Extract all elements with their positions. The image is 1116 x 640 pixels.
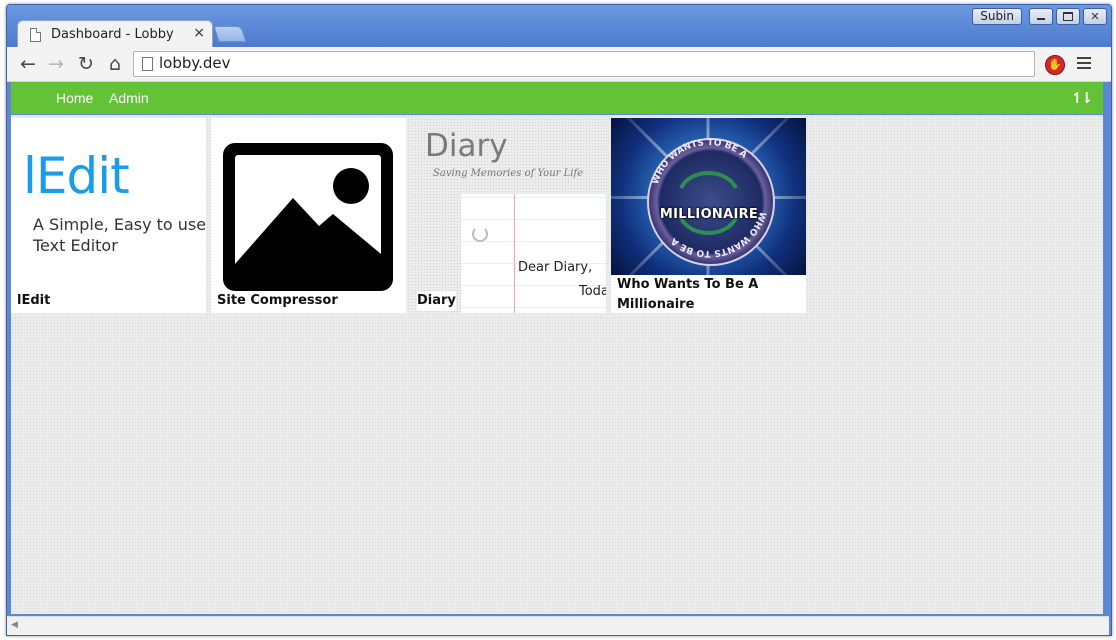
sort-icon[interactable]: ↿⇂ — [1071, 89, 1093, 107]
app-name: Who Wants To Be A Millionaire — [617, 277, 759, 312]
new-tab-button[interactable] — [213, 26, 247, 42]
app-name: Diary — [417, 291, 456, 311]
browser-window: Subin ✕ Dashboard - Lobby × ← → ↻ ⌂ lobb… — [6, 4, 1112, 636]
scroll-left-icon[interactable]: ◀ — [11, 620, 18, 630]
window-controls: Subin ✕ — [972, 8, 1107, 25]
page-icon — [142, 57, 153, 71]
minimize-button[interactable] — [1029, 8, 1053, 25]
browser-toolbar: ← → ↻ ⌂ lobby.dev ✋ — [7, 47, 1111, 82]
diary-title: Diary — [425, 128, 508, 164]
ledit-logo: lEdit — [23, 147, 130, 205]
stop-extension-icon[interactable]: ✋ — [1045, 55, 1065, 75]
title-bar: Subin ✕ Dashboard - Lobby × — [7, 5, 1111, 49]
page-icon — [30, 28, 41, 42]
menu-icon[interactable] — [1077, 57, 1091, 72]
app-name: lEdit — [17, 291, 51, 311]
close-window-button[interactable]: ✕ — [1083, 8, 1107, 25]
diary-subtitle: Saving Memories of Your Life — [433, 168, 584, 179]
app-tile-ledit[interactable]: lEdit A Simple, Easy to use Text Editor … — [11, 118, 206, 313]
millionaire-logo: WHO WANTS TO BE A WHO WANTS TO BE A MILL… — [611, 118, 806, 275]
ledit-tagline: A Simple, Easy to use Text Editor — [33, 215, 206, 255]
reload-icon[interactable]: ↻ — [75, 53, 97, 75]
profile-button[interactable]: Subin — [972, 8, 1022, 25]
millionaire-ring-text: WHO WANTS TO BE A — [651, 138, 749, 186]
url-text: lobby.dev — [159, 54, 231, 72]
svg-text:WHO WANTS TO BE A: WHO WANTS TO BE A — [651, 138, 749, 186]
loading-icon — [472, 226, 488, 242]
close-icon: ✕ — [1090, 10, 1100, 23]
nav-admin-link[interactable]: Admin — [109, 90, 149, 106]
home-icon[interactable]: ⌂ — [104, 53, 126, 75]
app-name: Site Compressor — [217, 291, 338, 311]
app-tile-millionaire[interactable]: WHO WANTS TO BE A WHO WANTS TO BE A MILL… — [611, 118, 806, 313]
minimize-icon — [1037, 18, 1045, 20]
maximize-button[interactable] — [1056, 8, 1080, 25]
app-grid: lEdit A Simple, Easy to use Text Editor … — [11, 115, 1103, 614]
tab-close-icon[interactable]: × — [193, 25, 205, 41]
forward-icon[interactable]: → — [45, 53, 67, 75]
diary-paper: Dear Diary, Toda — [461, 194, 606, 313]
maximize-icon — [1063, 12, 1073, 21]
app-tile-diary[interactable]: Diary Saving Memories of Your Life Dear … — [411, 118, 606, 313]
tab-title: Dashboard - Lobby — [51, 27, 174, 42]
margin-line — [514, 194, 515, 313]
nav-home-link[interactable]: Home — [56, 90, 93, 106]
horizontal-scrollbar[interactable]: ◀ — [7, 616, 1109, 635]
image-placeholder-icon — [223, 143, 393, 291]
app-tile-site-compressor[interactable]: Site Compressor — [211, 118, 406, 313]
diary-paper-text: Dear Diary, — [518, 260, 593, 275]
millionaire-logo-text: MILLIONAIRE — [659, 207, 759, 222]
diary-paper-text: Toda — [579, 284, 606, 299]
address-bar[interactable]: lobby.dev — [133, 51, 1035, 77]
browser-tab-active[interactable]: Dashboard - Lobby × — [17, 20, 213, 49]
back-icon[interactable]: ← — [17, 53, 39, 75]
app-navbar: Home Admin ↿⇂ — [11, 82, 1103, 114]
